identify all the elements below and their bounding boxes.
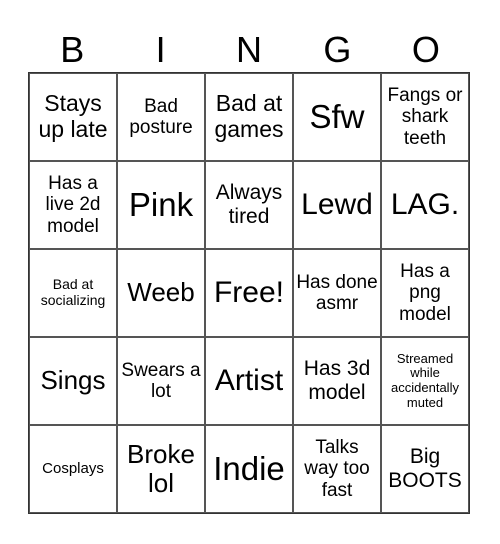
bingo-cell[interactable]: Talks way too fast: [293, 425, 381, 513]
bingo-cell[interactable]: Big BOOTS: [381, 425, 469, 513]
bingo-cell[interactable]: Bad posture: [117, 73, 205, 161]
bingo-cell[interactable]: Broke lol: [117, 425, 205, 513]
bingo-cell[interactable]: Streamed while accidentally muted: [381, 337, 469, 425]
bingo-cell[interactable]: Indie: [205, 425, 293, 513]
bingo-cell[interactable]: LAG.: [381, 161, 469, 249]
bingo-cell[interactable]: Bad at games: [205, 73, 293, 161]
bingo-cell[interactable]: Has a live 2d model: [29, 161, 117, 249]
bingo-cell[interactable]: Sings: [29, 337, 117, 425]
bingo-cell[interactable]: Swears a lot: [117, 337, 205, 425]
bingo-cell[interactable]: Sfw: [293, 73, 381, 161]
bingo-cell[interactable]: Cosplays: [29, 425, 117, 513]
bingo-cell[interactable]: Pink: [117, 161, 205, 249]
header-letter-b: B: [60, 29, 85, 70]
bingo-cell[interactable]: Artist: [205, 337, 293, 425]
bingo-header: B I N G O: [28, 28, 470, 72]
bingo-cell[interactable]: Has done asmr: [293, 249, 381, 337]
bingo-cell-free[interactable]: Free!: [205, 249, 293, 337]
bingo-cell[interactable]: Always tired: [205, 161, 293, 249]
bingo-cell[interactable]: Stays up late: [29, 73, 117, 161]
header-letter-o: O: [411, 29, 440, 70]
bingo-cell[interactable]: Weeb: [117, 249, 205, 337]
bingo-cell[interactable]: Bad at socializing: [29, 249, 117, 337]
bingo-cell[interactable]: Has 3d model: [293, 337, 381, 425]
header-letter-g: G: [323, 29, 352, 70]
header-letter-n: N: [236, 29, 263, 70]
bingo-cell[interactable]: Fangs or shark teeth: [381, 73, 469, 161]
bingo-grid: Stays up late Bad posture Bad at games S…: [28, 72, 470, 514]
bingo-cell[interactable]: Has a png model: [381, 249, 469, 337]
header-letter-i: I: [155, 29, 166, 70]
bingo-cell[interactable]: Lewd: [293, 161, 381, 249]
